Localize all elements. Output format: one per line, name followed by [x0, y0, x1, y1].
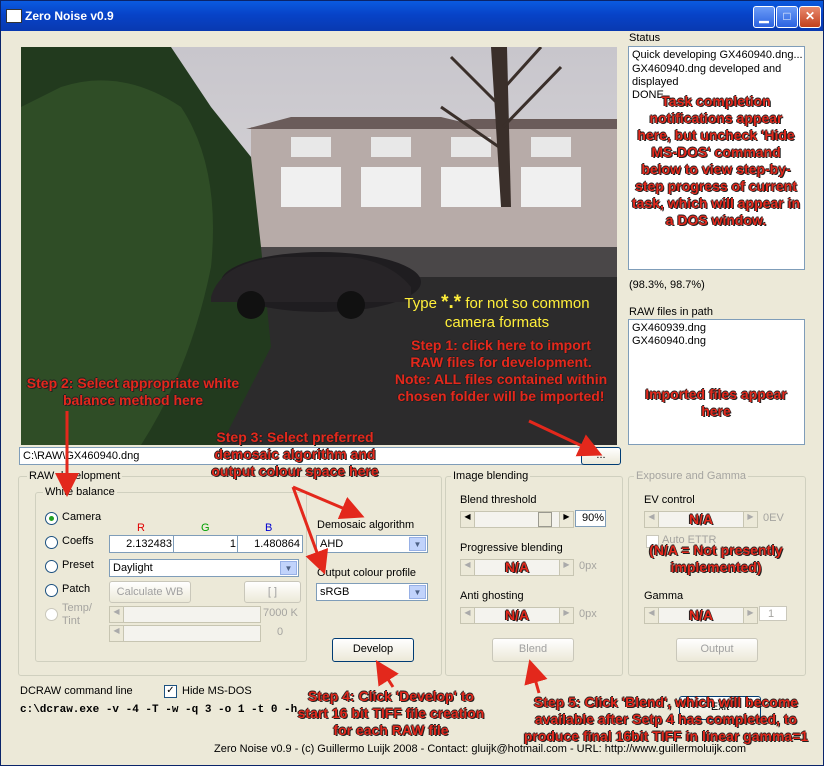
step4-arrow: [375, 659, 399, 688]
step1-arrow: [528, 419, 603, 457]
annotation-arrows: [55, 411, 603, 694]
app-window: Zero Noise v0.9 ▁ □ ✕ Type *.* for not s…: [0, 0, 824, 766]
step5-arrow: [524, 659, 548, 694]
